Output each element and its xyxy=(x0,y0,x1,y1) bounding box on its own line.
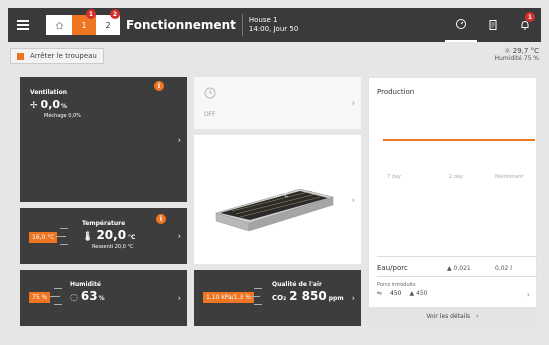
water-per-pig-value: 0,02 l xyxy=(495,265,512,272)
setpoint-tag: 1,10 kPa/1,3 % xyxy=(203,292,254,303)
notification-badge: 1 xyxy=(525,12,535,22)
tab-label: 2 xyxy=(105,20,111,30)
stop-icon xyxy=(17,52,24,60)
report-button[interactable] xyxy=(477,8,509,42)
temperature-title: Température xyxy=(82,220,126,227)
ventilation-title: Ventilation xyxy=(30,89,68,96)
water-per-pig-change: ▲ 0,021 xyxy=(447,265,471,272)
scale-tick xyxy=(60,244,68,245)
scale-tick xyxy=(60,228,68,229)
scale-line xyxy=(250,296,260,297)
tab-badge: 2 xyxy=(110,9,120,19)
house-illustration xyxy=(214,188,335,232)
tab-house-1[interactable]: 1 1 xyxy=(72,9,96,35)
house-temp-label: 20,0 °C xyxy=(266,192,289,199)
pig-icon: ⇋ xyxy=(377,290,383,297)
tab-badge: 1 xyxy=(86,9,96,19)
info-icon[interactable]: i xyxy=(154,81,164,91)
menu-icon[interactable] xyxy=(8,8,38,42)
see-details-label: Voir les détails xyxy=(426,312,471,320)
production-card: Production 7 day 2 day Maintenant Eau/po… xyxy=(368,77,537,326)
temperature-sub: Ressenti 20,0 °C xyxy=(92,244,134,250)
setpoint-tag: 75 % xyxy=(29,292,51,303)
divider xyxy=(241,14,243,36)
chevron-right-icon: › xyxy=(177,135,181,144)
air-quality-value: CO₂ 2 850 ppm xyxy=(272,289,344,303)
x-axis-label: Maintenant xyxy=(495,174,524,180)
x-axis-label: 2 day xyxy=(449,174,463,180)
room-time: 14:00, Jour 50 xyxy=(248,25,299,33)
tab-home[interactable] xyxy=(46,15,72,35)
timer-status: OFF xyxy=(204,111,216,118)
timer-card[interactable]: OFF › xyxy=(194,77,361,129)
top-icons: 1 xyxy=(445,8,541,42)
outside-weather: ☼ 29,7 °C Humidité 75 % xyxy=(495,47,540,63)
scale-tick xyxy=(254,288,262,289)
house-view-card[interactable]: 20,0 °C › xyxy=(194,135,361,264)
tab-label: 1 xyxy=(81,20,87,30)
info-icon[interactable]: i xyxy=(156,214,166,224)
ventilation-value: ✢ 0,0% xyxy=(30,98,68,111)
stop-herd-label: Arrêter le troupeau xyxy=(30,52,97,60)
dashboard-button[interactable] xyxy=(445,8,477,42)
chevron-right-icon: › xyxy=(476,312,479,320)
production-title: Production xyxy=(377,88,415,96)
water-per-pig-label: Eau/porc xyxy=(377,264,408,272)
top-bar: 1 1 2 2 Fonctionnement House 1 14:00, Jo… xyxy=(8,8,541,42)
air-quality-card[interactable]: 1,10 kPa/1,3 % Qualité de l'air CO₂ 2 85… xyxy=(194,270,361,326)
humidity-card[interactable]: 75 % Humidité ◌ 63% › xyxy=(20,270,187,326)
thermometer-icon: 🌡 xyxy=(82,232,94,242)
pigs-introduced-change: ▲ 450 xyxy=(409,290,428,297)
tab-house-2[interactable]: 2 2 xyxy=(96,9,120,35)
gauge-icon xyxy=(456,19,466,29)
chevron-right-icon: › xyxy=(177,231,181,241)
droplet-icon: ◌ xyxy=(70,293,78,303)
temperature-value: 🌡 20,0 °C xyxy=(82,228,136,242)
document-icon xyxy=(489,20,497,30)
humidity-value: ◌ 63% xyxy=(70,289,105,303)
app-title: Fonctionnement xyxy=(126,18,236,32)
see-details-button[interactable]: Voir les détails › xyxy=(369,307,536,325)
house-tabs: 1 1 2 2 xyxy=(46,9,120,35)
pigs-introduced-values: ⇋ 450 ▲ 450 xyxy=(377,290,427,297)
pigs-introduced-title: Porcs introduits xyxy=(377,282,416,288)
chevron-right-icon: › xyxy=(351,293,355,303)
home-icon xyxy=(55,21,63,29)
scale-tick xyxy=(54,288,62,289)
temperature-card[interactable]: i 16,0 °C Température 🌡 20,0 °C Ressenti … xyxy=(20,208,187,264)
chevron-right-icon: › xyxy=(351,98,355,108)
room-name: House 1 xyxy=(248,16,278,24)
fan-icon: ✢ xyxy=(30,101,38,111)
chevron-right-icon[interactable]: › xyxy=(527,290,530,299)
pigs-introduced-value: 450 xyxy=(390,290,402,297)
divider xyxy=(377,256,537,257)
scale-tick xyxy=(54,304,62,305)
chevron-right-icon: › xyxy=(351,195,355,204)
outside-temperature: ☼ 29,7 °C xyxy=(504,47,539,55)
scale-line xyxy=(50,296,60,297)
humidity-title: Humidité xyxy=(70,281,101,288)
notifications-button[interactable]: 1 xyxy=(509,8,541,42)
outside-humidity: Humidité 75 % xyxy=(494,55,540,62)
divider xyxy=(377,276,537,277)
x-axis-label: 7 day xyxy=(387,174,401,180)
chevron-right-icon: › xyxy=(177,293,181,303)
scale-line xyxy=(56,236,66,237)
ventilation-card[interactable]: i Ventilation ✢ 0,0% Méchage 0,0% › xyxy=(20,77,187,202)
production-trend-line xyxy=(383,139,535,141)
sun-icon: ☼ xyxy=(504,47,513,55)
setpoint-tag: 16,0 °C xyxy=(29,232,58,243)
stop-herd-button[interactable]: Arrêter le troupeau xyxy=(10,48,104,64)
clock-icon xyxy=(204,87,216,99)
room-info: House 1 14:00, Jour 50 xyxy=(249,16,298,34)
air-quality-title: Qualité de l'air xyxy=(272,281,322,288)
ventilation-sub: Méchage 0,0% xyxy=(44,113,81,119)
scale-tick xyxy=(254,304,262,305)
co2-icon: CO₂ xyxy=(272,294,287,302)
